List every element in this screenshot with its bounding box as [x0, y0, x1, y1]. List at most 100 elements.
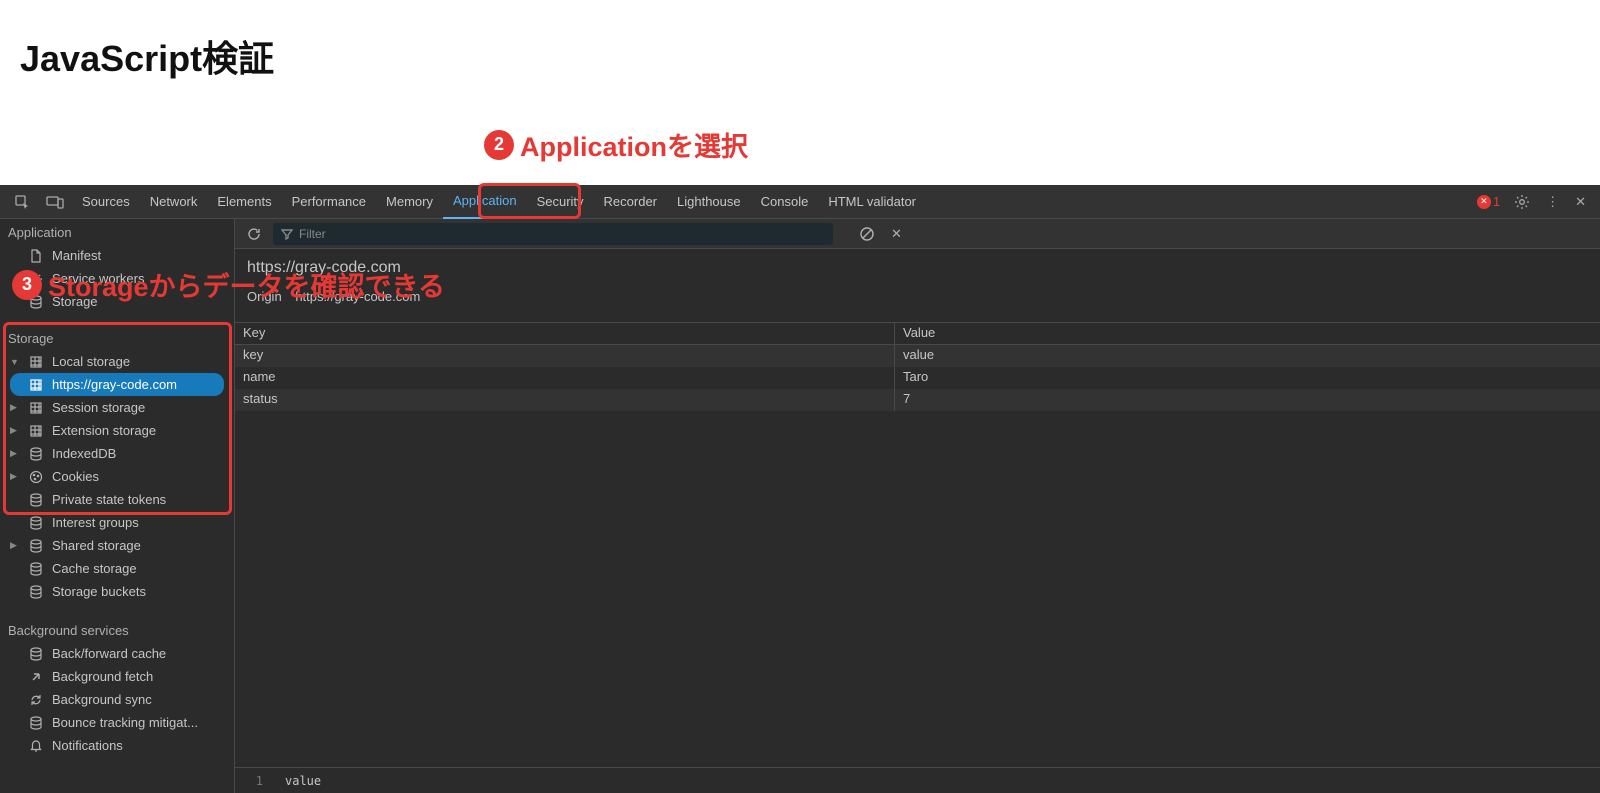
annotation-2-number: 2	[484, 130, 514, 160]
sidebar-item-extension-storage[interactable]: ▶ Extension storage	[0, 419, 234, 442]
sidebar-item-interest-groups[interactable]: ▶Interest groups	[0, 511, 234, 534]
sidebar-item-background-sync[interactable]: ▶Background sync	[0, 688, 234, 711]
close-icon[interactable]: ✕	[1567, 194, 1594, 210]
expand-arrow-icon: ▶	[10, 425, 20, 436]
settings-icon[interactable]	[1506, 194, 1538, 210]
annotation-2: 2 Applicationを選択	[484, 125, 748, 164]
sidebar-item-back-forward-cache[interactable]: ▶Back/forward cache	[0, 642, 234, 665]
sidebar-item-cache-storage[interactable]: ▶Cache storage	[0, 557, 234, 580]
clear-icon[interactable]	[855, 226, 879, 242]
sidebar-item-label: IndexedDB	[52, 446, 116, 461]
filter-input[interactable]	[299, 227, 825, 241]
tab-elements[interactable]: Elements	[207, 185, 281, 219]
grid-icon	[28, 378, 44, 392]
cell-value: Taro	[895, 367, 1600, 389]
sidebar-item-bounce-tracking-mitigat[interactable]: ▶Bounce tracking mitigat...	[0, 711, 234, 734]
sidebar-item-label: Notifications	[52, 738, 123, 753]
sidebar-section-background: Background services	[0, 617, 234, 642]
sidebar-item-label: Bounce tracking mitigat...	[52, 715, 198, 730]
annotation-2-text: Applicationを選択	[520, 125, 748, 164]
sync-icon	[28, 693, 44, 707]
col-key[interactable]: Key	[235, 323, 895, 344]
sidebar-item-shared-storage[interactable]: ▶ Shared storage	[0, 534, 234, 557]
sidebar-item-manifest[interactable]: ▶Manifest	[0, 244, 234, 267]
expand-arrow-icon: ▶	[10, 471, 20, 482]
file-icon	[28, 249, 44, 263]
sidebar-item-label: Interest groups	[52, 515, 139, 530]
tab-security[interactable]: Security	[527, 185, 594, 219]
tab-performance[interactable]: Performance	[282, 185, 376, 219]
sidebar-item-private-state-tokens[interactable]: ▶Private state tokens	[0, 488, 234, 511]
refresh-icon[interactable]	[243, 227, 265, 241]
tab-application[interactable]: Application	[443, 185, 527, 219]
error-count: 1	[1493, 194, 1500, 209]
more-icon[interactable]: ⋮	[1538, 194, 1567, 210]
sidebar-item-label: Cookies	[52, 469, 99, 484]
sidebar-item-label: Shared storage	[52, 538, 141, 553]
sidebar-item-label: Background fetch	[52, 669, 153, 684]
upright-icon	[28, 670, 44, 684]
filter-icon	[281, 228, 293, 240]
expand-arrow-icon: ▶	[10, 402, 20, 413]
db-icon	[28, 493, 44, 507]
annotation-3-number: 3	[12, 270, 42, 300]
grid-icon	[28, 424, 44, 438]
db-icon	[28, 447, 44, 461]
error-indicator[interactable]: ✕ 1	[1471, 194, 1506, 209]
db-icon	[28, 647, 44, 661]
bell-icon	[28, 739, 44, 753]
cell-key: status	[235, 389, 895, 411]
annotation-3-text: Storageからデータを確認できる	[48, 265, 445, 304]
tab-lighthouse[interactable]: Lighthouse	[667, 185, 751, 219]
sidebar-item-label: Session storage	[52, 400, 145, 415]
tab-recorder[interactable]: Recorder	[594, 185, 667, 219]
devtools-tabbar: SourcesNetworkElementsPerformanceMemoryA…	[0, 185, 1600, 219]
table-header: Key Value	[235, 323, 1600, 345]
cell-value: 7	[895, 389, 1600, 411]
tab-network[interactable]: Network	[140, 185, 208, 219]
value-editor[interactable]: 1 value	[235, 767, 1600, 793]
sidebar-item-indexeddb[interactable]: ▶IndexedDB	[0, 442, 234, 465]
sidebar-item-label: Private state tokens	[52, 492, 166, 507]
cookie-icon	[28, 470, 44, 484]
tab-html-validator[interactable]: HTML validator	[818, 185, 926, 219]
table-row[interactable]: status7	[235, 389, 1600, 411]
page-title: JavaScript検証	[20, 30, 1580, 82]
db-icon	[28, 539, 44, 553]
delete-icon[interactable]: ✕	[887, 226, 906, 242]
origin-heading: https://gray-code.com	[247, 259, 1588, 277]
sidebar-item-label: Back/forward cache	[52, 646, 166, 661]
expand-arrow-icon: ▼	[10, 357, 20, 367]
tab-memory[interactable]: Memory	[376, 185, 443, 219]
expand-arrow-icon: ▶	[10, 540, 20, 551]
editor-value: value	[285, 774, 321, 788]
tab-sources[interactable]: Sources	[72, 185, 140, 219]
error-icon: ✕	[1477, 195, 1491, 209]
col-value[interactable]: Value	[895, 323, 1600, 344]
db-icon	[28, 516, 44, 530]
sidebar-item-label: https://gray-code.com	[52, 377, 177, 392]
sidebar-item-notifications[interactable]: ▶Notifications	[0, 734, 234, 757]
tab-console[interactable]: Console	[751, 185, 819, 219]
sidebar-item-label: Extension storage	[52, 423, 156, 438]
page-content: JavaScript検証	[0, 0, 1600, 185]
line-number: 1	[245, 774, 285, 788]
device-icon[interactable]	[38, 195, 72, 209]
db-icon	[28, 585, 44, 599]
sidebar-item-label: Background sync	[52, 692, 152, 707]
sidebar-item-label: Local storage	[52, 354, 130, 369]
table-row[interactable]: nameTaro	[235, 367, 1600, 389]
filter-field[interactable]	[273, 223, 833, 245]
sidebar-item-label: Cache storage	[52, 561, 137, 576]
storage-table: Key Value keyvaluenameTarostatus7	[235, 322, 1600, 767]
table-row[interactable]: keyvalue	[235, 345, 1600, 367]
sidebar-item-https-gray-code-com[interactable]: https://gray-code.com	[10, 373, 224, 396]
sidebar-section-storage: Storage	[0, 325, 234, 350]
inspect-icon[interactable]	[6, 194, 38, 210]
sidebar-item-local-storage[interactable]: ▼ Local storage	[0, 350, 234, 373]
sidebar-item-session-storage[interactable]: ▶ Session storage	[0, 396, 234, 419]
sidebar-item-background-fetch[interactable]: ▶Background fetch	[0, 665, 234, 688]
annotation-3: 3 Storageからデータを確認できる	[12, 265, 445, 304]
sidebar-item-storage-buckets[interactable]: ▶Storage buckets	[0, 580, 234, 603]
sidebar-item-cookies[interactable]: ▶ Cookies	[0, 465, 234, 488]
